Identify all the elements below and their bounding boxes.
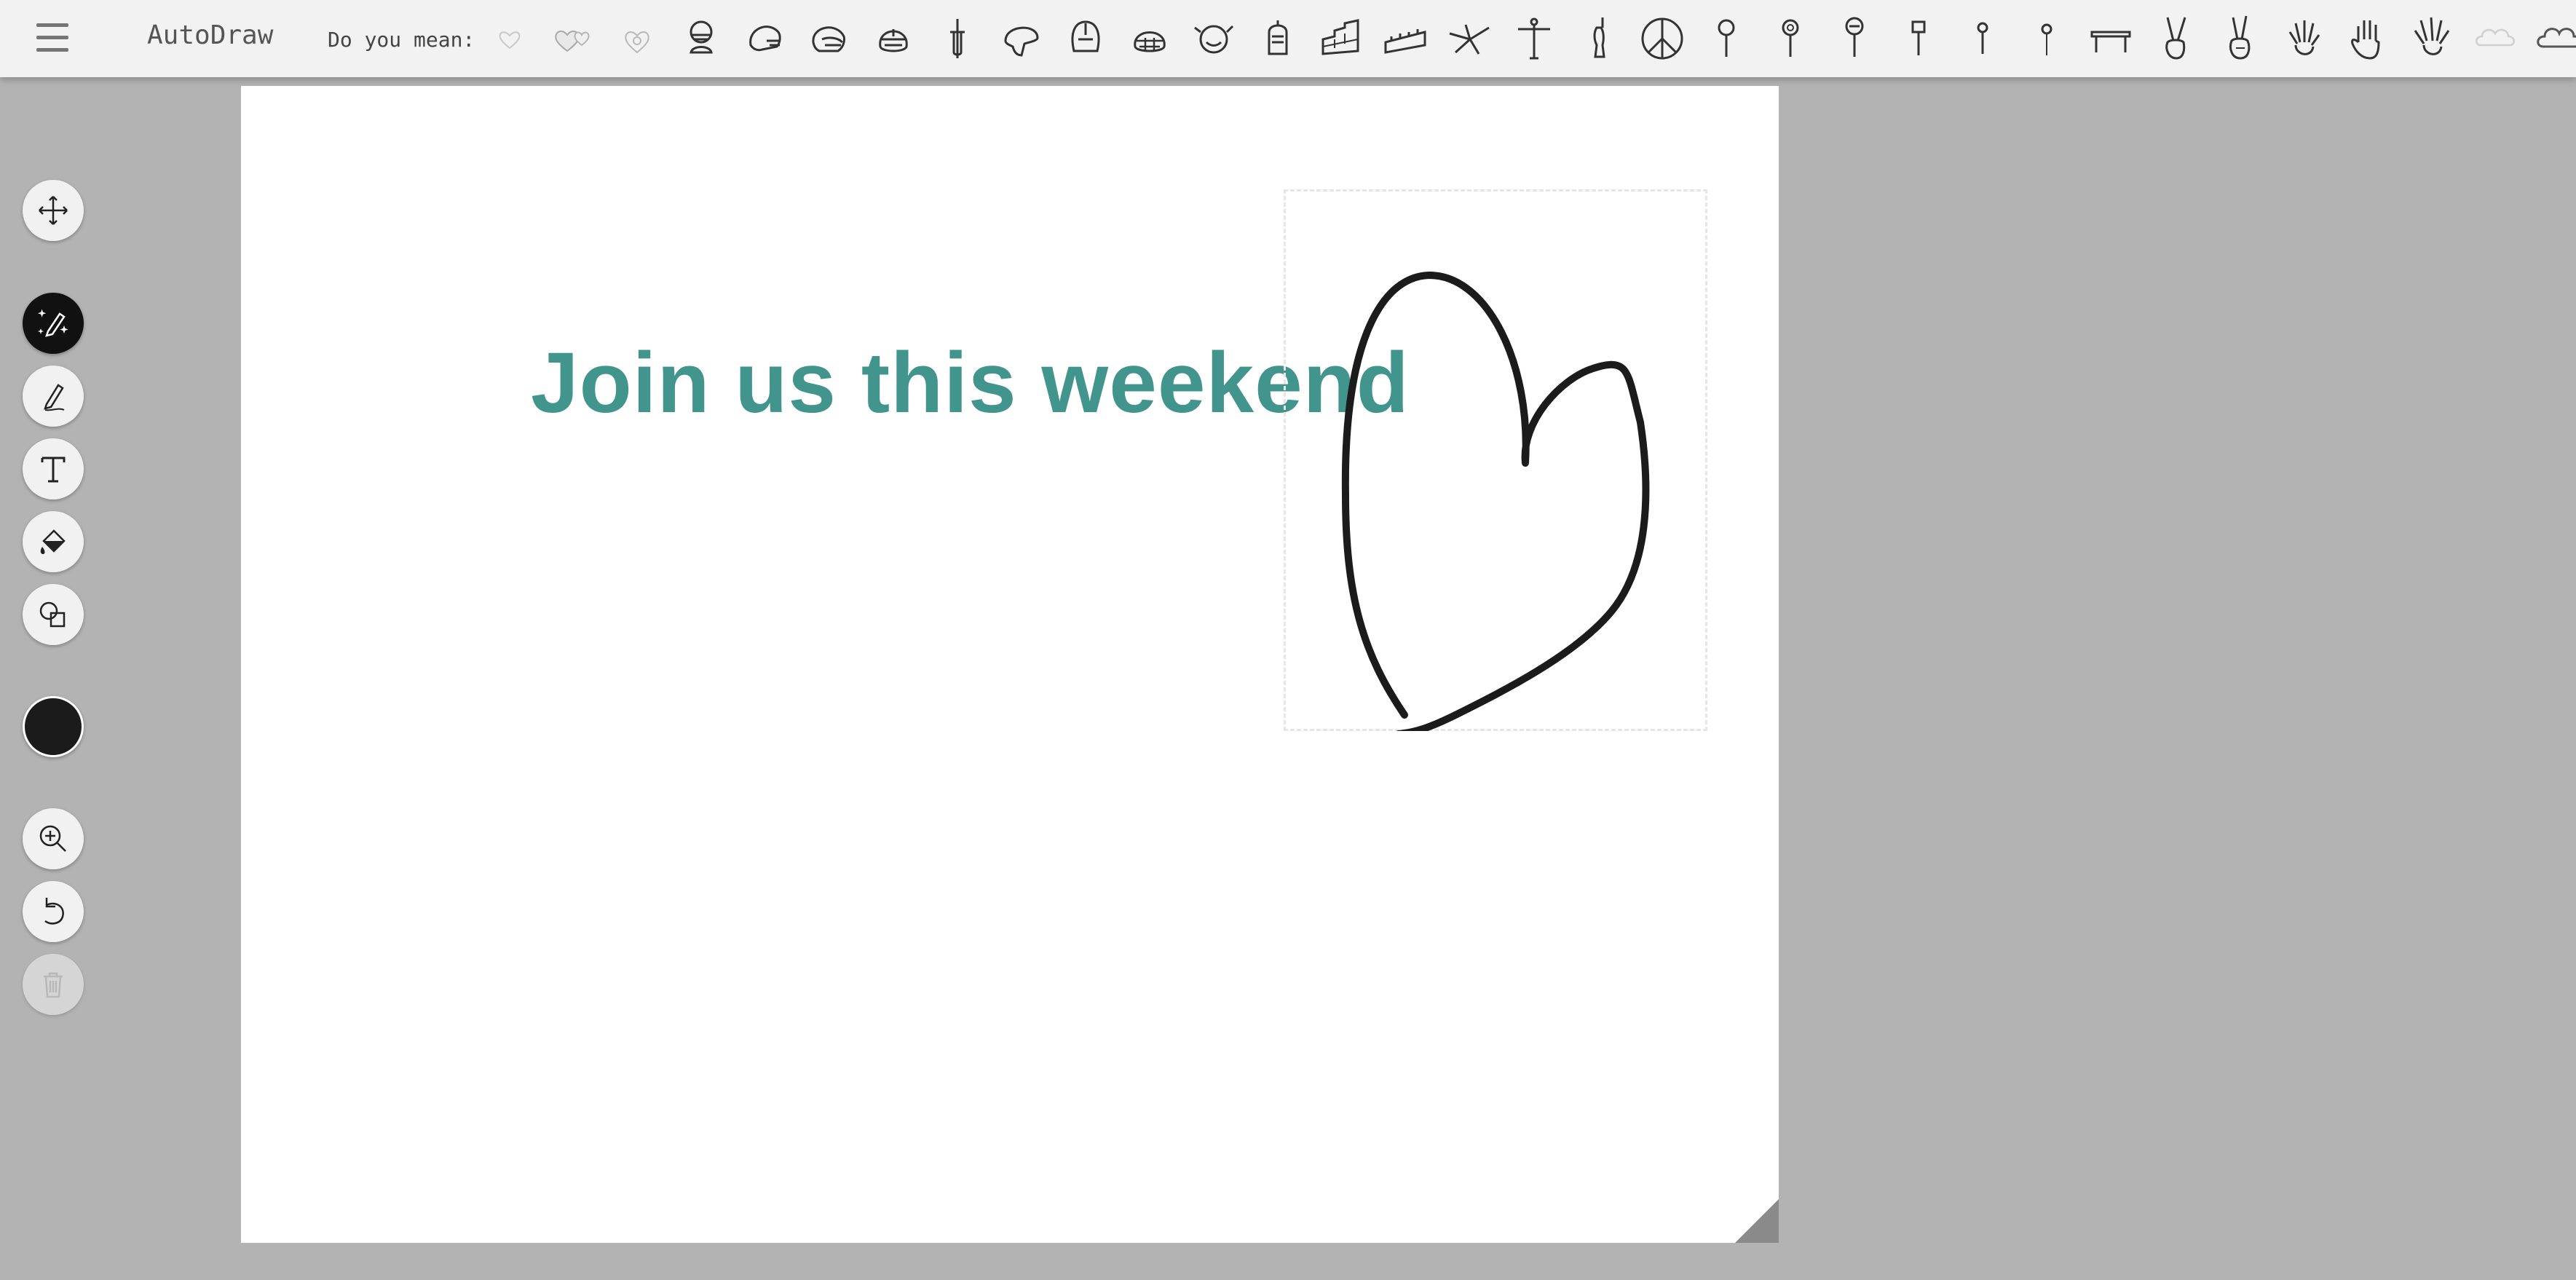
hand-spread-icon[interactable] [2402,10,2460,67]
top-bar: AutoDraw Do you mean: [0,0,2576,77]
zoom-in-icon [39,825,66,852]
pin-small-icon[interactable] [1953,10,2012,67]
hand-icon[interactable] [2274,10,2332,67]
football-helmet-side-icon[interactable] [800,10,858,67]
dagger-icon[interactable] [928,10,987,67]
pencil-icon [44,384,65,411]
autodraw-pencil-icon [38,309,68,337]
heart-sketch[interactable] [1284,189,1707,731]
select-tool-button[interactable] [23,180,84,241]
delete-tool-button[interactable] [23,954,84,1015]
shape-tool-button[interactable] [23,584,84,645]
football-helmet-icon[interactable] [736,10,794,67]
leaning-structure-icon[interactable] [1441,10,1499,67]
cloud-light-icon[interactable] [2466,10,2524,67]
pin-target-icon[interactable] [1761,10,1820,67]
great-wall-icon[interactable] [1313,10,1371,67]
statue-of-liberty-icon[interactable] [1569,10,1627,67]
football-helmet-front-icon[interactable] [864,10,922,67]
trash-icon [44,972,63,998]
type-tool-button[interactable] [23,438,84,499]
peace-hand-icon[interactable] [2146,10,2204,67]
heart-pendant-icon[interactable] [608,10,666,67]
hand-open-icon[interactable] [2338,10,2396,67]
drawing-canvas[interactable]: Join us this weekend [241,86,1779,1243]
knight-helmet-icon[interactable] [1249,10,1307,67]
sign-post-icon[interactable] [1889,10,1948,67]
shapes-icon [39,601,66,628]
table-icon[interactable] [2082,10,2140,67]
helmet-visor-icon[interactable] [1056,10,1115,67]
fill-tool-button[interactable] [23,511,84,572]
autodraw-tool-button[interactable] [23,293,84,354]
heart-icon[interactable] [481,10,539,67]
stop-sign-icon[interactable] [1825,10,1884,67]
draw-tool-button[interactable] [23,366,84,427]
app-title: AutoDraw [147,20,274,50]
cloud-icon[interactable] [2530,10,2576,67]
great-wall-alt-icon[interactable] [1377,10,1435,67]
menu-icon[interactable] [36,23,68,52]
dragon-helmet-icon[interactable] [1185,10,1243,67]
canvas-headline-text[interactable]: Join us this weekend [531,333,1410,432]
hearts-icon[interactable] [544,10,602,67]
pin-icon[interactable] [1697,10,1755,67]
undo-tool-button[interactable] [23,881,84,942]
christ-redeemer-icon[interactable] [1505,10,1563,67]
suggestions-label: Do you mean: [328,28,475,52]
paint-bucket-icon [40,529,66,554]
move-icon [39,196,68,225]
color-swatch[interactable] [23,696,84,757]
football-player-icon[interactable] [672,10,730,67]
helmet-icon[interactable] [992,10,1051,67]
football-helmet-grill-icon[interactable] [1121,10,1179,67]
zoom-tool-button[interactable] [23,808,84,869]
page-corner-fold [1735,1199,1779,1243]
pin-thin-icon[interactable] [2018,10,2076,67]
text-icon [41,457,66,483]
undo-icon [44,898,64,925]
peace-hand-alt-icon[interactable] [2210,10,2268,67]
peace-sign-icon[interactable] [1633,10,1691,67]
